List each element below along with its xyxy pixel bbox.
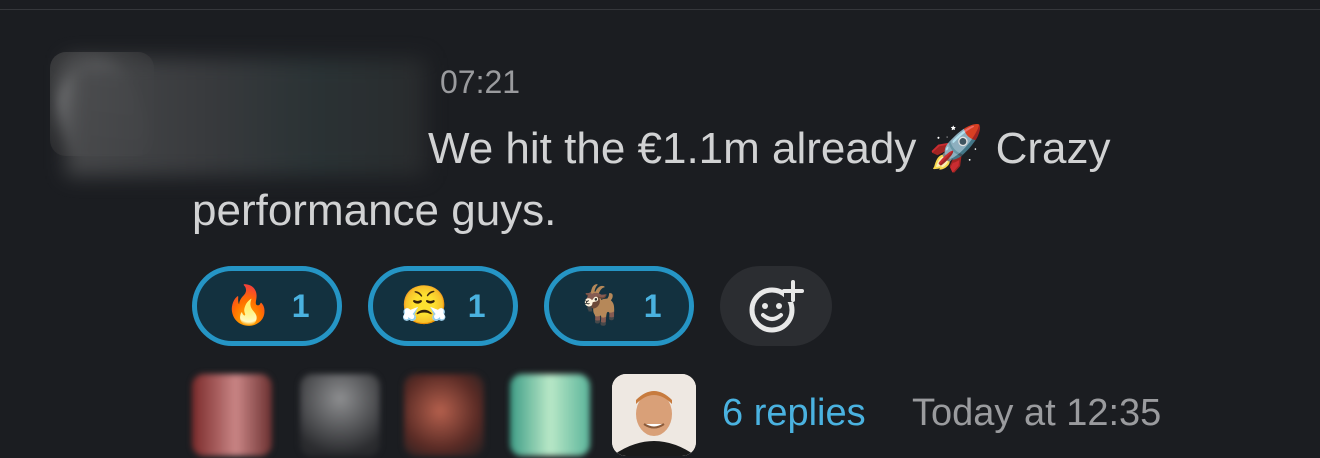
reaction-bar: 🔥 1 😤 1 🐐 1 (192, 262, 832, 350)
reaction-fire[interactable]: 🔥 1 (192, 266, 342, 346)
add-emoji-icon (749, 280, 804, 333)
message-timestamp[interactable]: 07:21 (440, 64, 520, 101)
rocket-emoji: 🚀 (928, 124, 984, 173)
reaction-count: 1 (467, 287, 486, 324)
participant-avatar (300, 374, 380, 456)
message-text-part1: We hit the €1.1m already (428, 124, 929, 173)
reaction-count: 1 (643, 287, 662, 324)
last-reply-time: Today at 12:35 (912, 392, 1162, 434)
reaction-count: 1 (291, 287, 310, 324)
thread-participants: 6 replies Today at 12:35 (192, 374, 1161, 456)
fire-emoji-icon: 🔥 (224, 285, 272, 327)
add-reaction-button[interactable] (720, 266, 832, 346)
divider (0, 9, 1320, 10)
message-text: We hit the €1.1m already 🚀 Crazy perform… (192, 118, 1292, 242)
goat-emoji-icon: 🐐 (576, 285, 624, 327)
triumph-emoji-icon: 😤 (400, 285, 448, 327)
reaction-goat[interactable]: 🐐 1 (544, 266, 694, 346)
reaction-triumph[interactable]: 😤 1 (368, 266, 518, 346)
replies-link[interactable]: 6 replies (722, 392, 866, 435)
participant-avatar (612, 374, 696, 456)
participant-avatar (404, 374, 484, 456)
participant-avatar (510, 374, 590, 456)
participant-avatar (192, 374, 272, 456)
thread-summary[interactable]: 6 replies Today at 12:35 (192, 374, 1161, 456)
